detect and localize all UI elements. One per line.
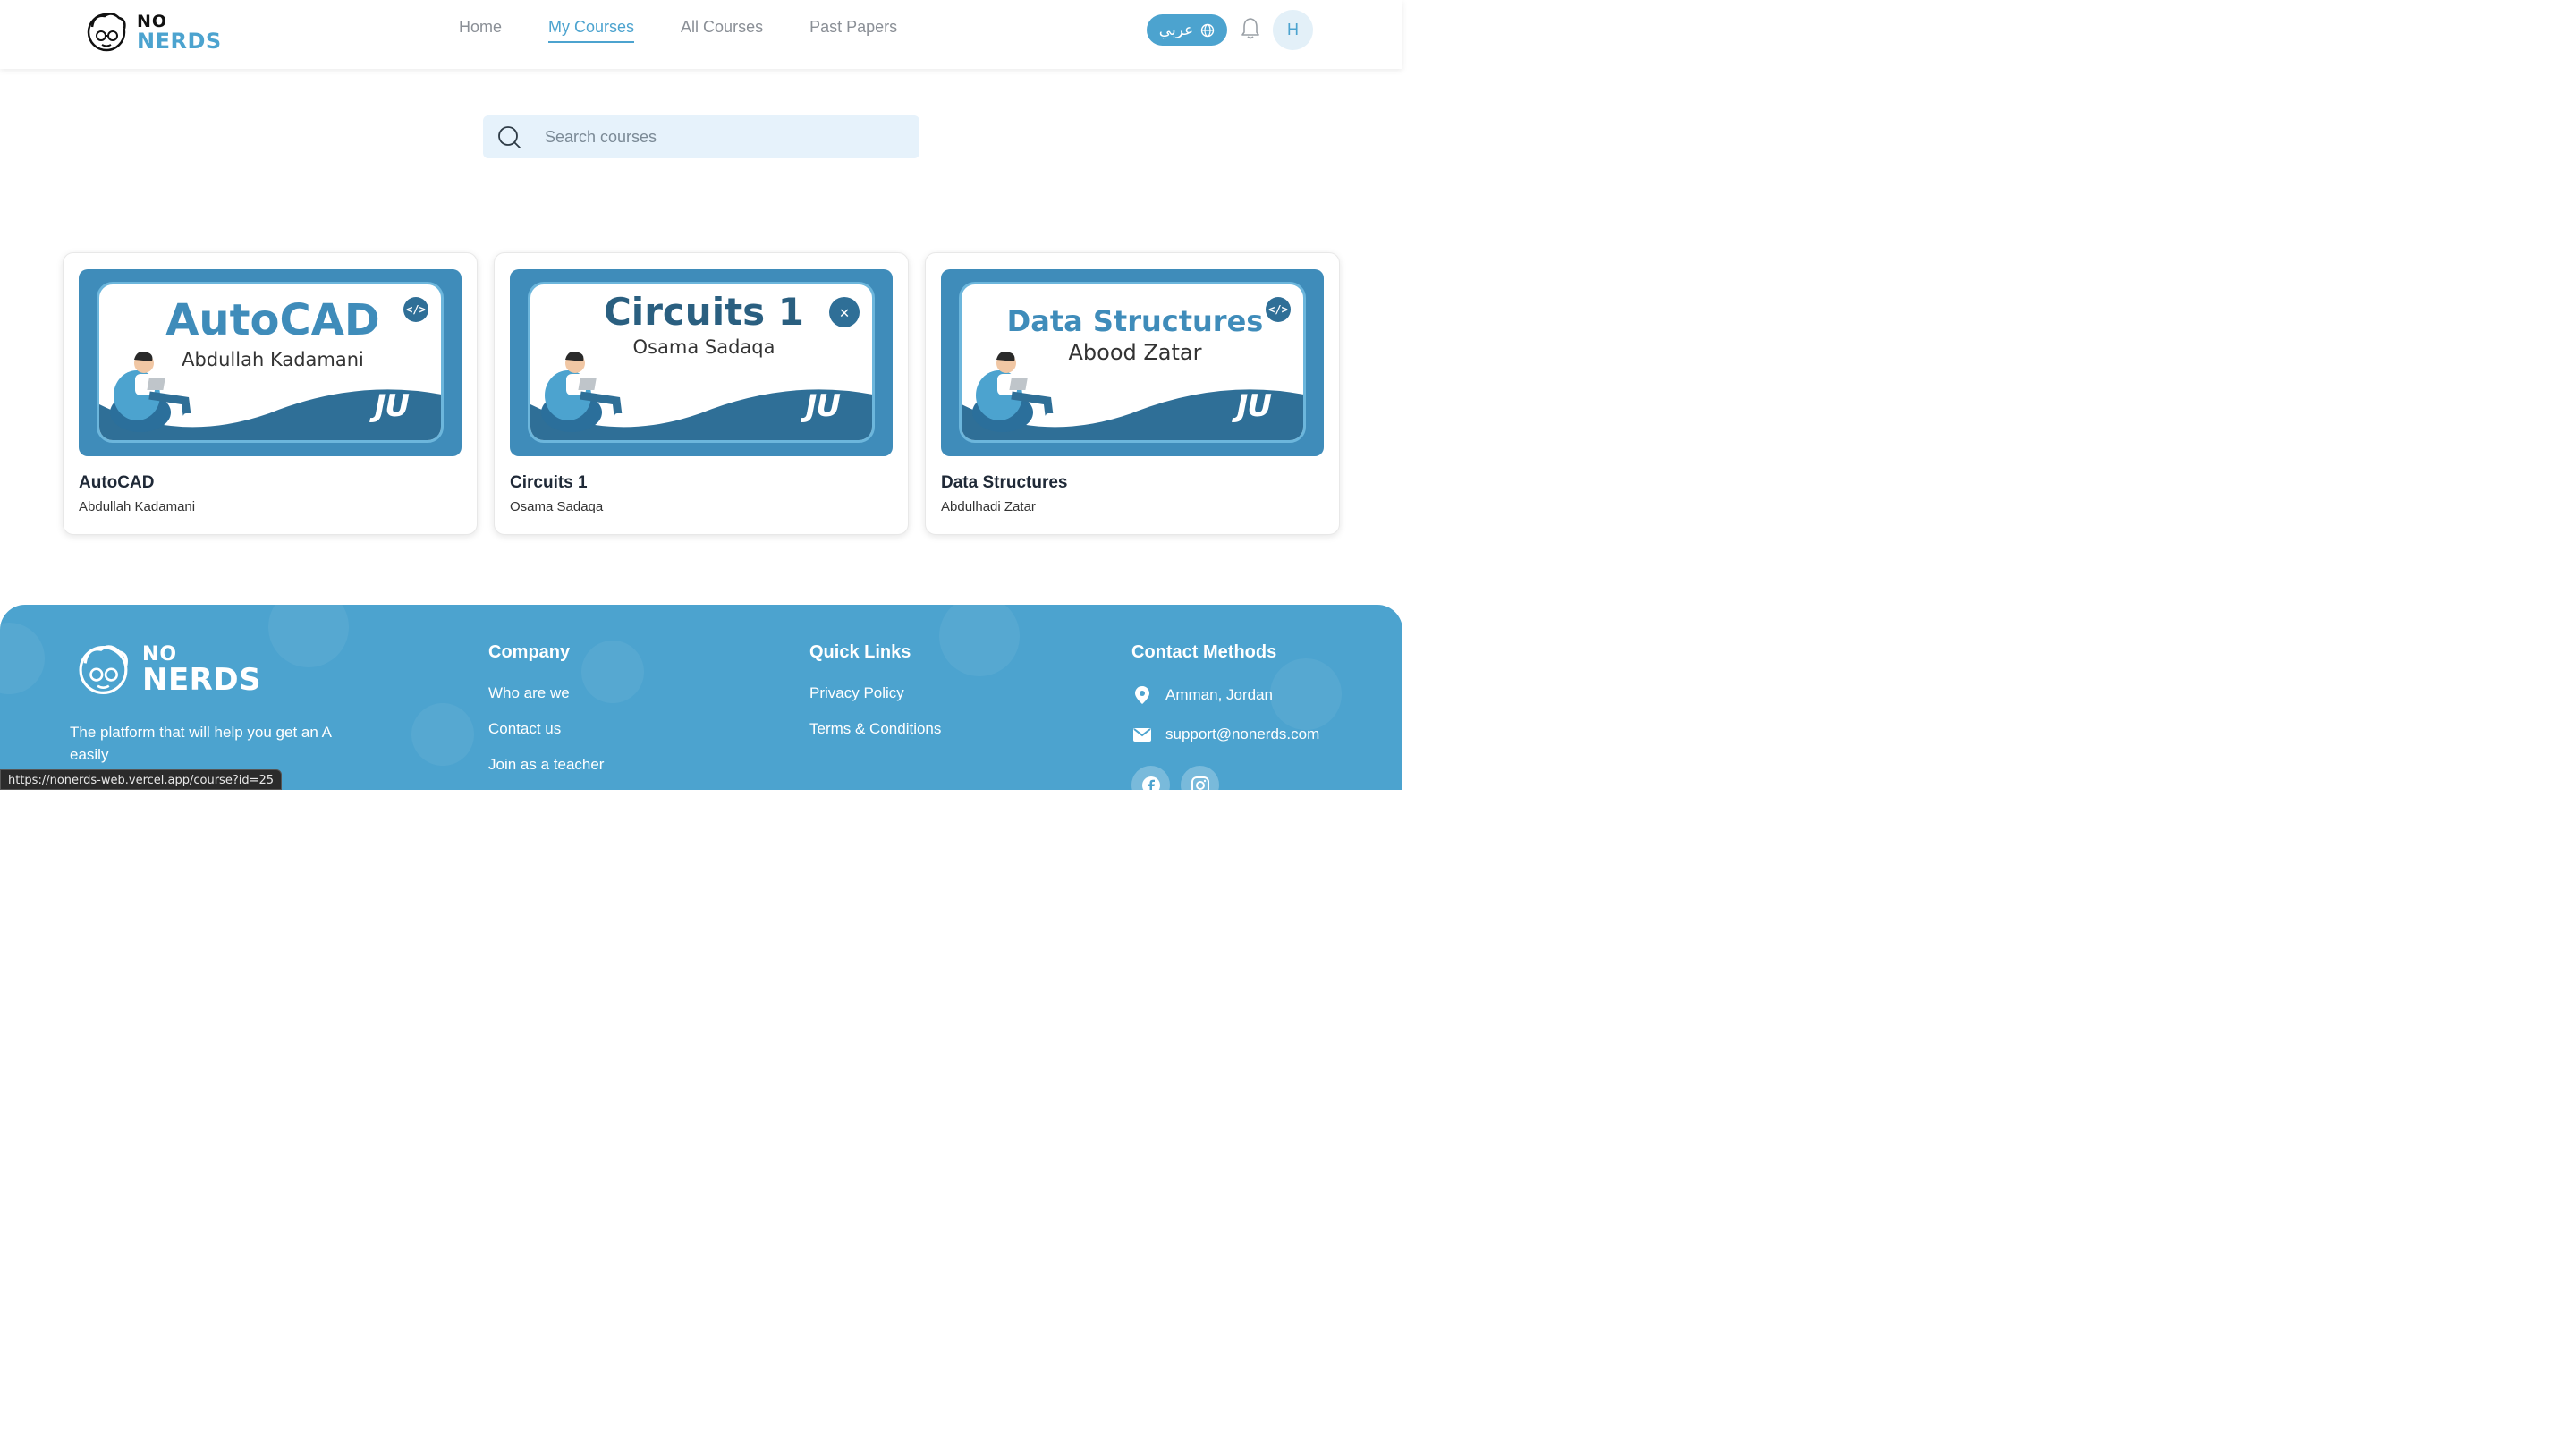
language-toggle-button[interactable]: عربي [1147,14,1227,46]
contact-email[interactable]: support@nonerds.com [1131,724,1319,745]
thumbnail-title: Circuits 1 [603,290,805,334]
logo-nerds-text: NERDS [142,662,262,698]
facebook-link[interactable] [1131,766,1170,790]
course-teacher: Osama Sadaqa [510,499,604,514]
course-thumbnail: Data Structures Abood Zatar </> JU [941,269,1324,456]
code-badge-icon: </> [403,297,428,322]
ju-logo: JU [805,388,841,424]
user-avatar[interactable]: H [1273,10,1313,50]
footer-link-who-are-we[interactable]: Who are we [488,684,604,702]
course-card-autocad[interactable]: AutoCAD Abdullah Kadamani </> JU AutoCAD… [63,252,478,535]
footer-heading: Quick Links [809,642,911,662]
language-label: عربي [1158,21,1194,38]
search-icon [498,126,521,148]
student-illustration-icon [110,352,196,432]
location-pin-icon [1135,686,1149,704]
site-logo[interactable]: NO NERDS [85,7,228,57]
main-nav: Home My Courses All Courses Past Papers [459,18,897,43]
email-icon [1133,728,1151,742]
facebook-icon [1141,776,1160,790]
footer-link-terms[interactable]: Terms & Conditions [809,720,941,738]
nerd-mascot-icon [87,13,126,52]
course-teacher: Abdullah Kadamani [79,499,196,514]
top-header: NO NERDS Home My Courses All Courses Pas… [0,0,1402,69]
nav-past-papers[interactable]: Past Papers [809,18,897,43]
footer-quick-links-column: Quick Links Privacy Policy Terms & Condi… [809,642,941,756]
location-text: Amman, Jordan [1165,686,1273,703]
email-text: support@nonerds.com [1165,726,1320,742]
course-thumbnail: AutoCAD Abdullah Kadamani </> JU [79,269,462,456]
code-badge-icon: </> [1266,297,1291,322]
ju-logo: JU [1236,388,1272,424]
course-search-bar [483,115,919,158]
course-card-circuits-1[interactable]: Circuits 1 Osama Sadaqa ✕ JU Circuits 1 … [494,252,909,535]
logo-no-text: NO [137,11,168,31]
globe-icon [1201,23,1215,37]
footer-company-column: Company Who are we Contact us Join as a … [488,642,604,790]
ju-logo: JU [374,388,410,424]
footer-heading: Contact Methods [1131,642,1277,662]
footer-contact-column: Contact Methods Amman, Jordan support@no… [1131,642,1319,763]
footer-heading: Company [488,642,571,662]
nav-my-courses[interactable]: My Courses [548,18,635,43]
nav-home[interactable]: Home [459,18,502,43]
nav-all-courses[interactable]: All Courses [681,18,763,43]
course-title: Circuits 1 [510,473,588,492]
logo-nerds-text: NERDS [137,28,222,54]
footer-link-join-teacher[interactable]: Join as a teacher [488,756,604,774]
instagram-link[interactable] [1181,766,1219,790]
footer-logo[interactable]: NO NERDS [76,641,261,700]
thumbnail-title: Data Structures [1006,304,1264,338]
course-thumbnail: Circuits 1 Osama Sadaqa ✕ JU [510,269,893,456]
search-input[interactable] [545,115,902,158]
instagram-icon [1191,776,1209,790]
nerd-mascot-icon [79,645,128,694]
footer-link-contact-us[interactable]: Contact us [488,720,604,738]
site-footer: NO NERDS The platform that will help you… [0,605,1402,790]
contact-location: Amman, Jordan [1131,684,1319,706]
student-illustration-icon [541,352,627,432]
course-title: AutoCAD [79,473,155,492]
footer-tagline: The platform that will help you get an A… [70,724,332,763]
notification-bell-icon[interactable] [1240,17,1261,40]
footer-link-privacy[interactable]: Privacy Policy [809,684,941,702]
browser-status-url: https://nonerds-web.vercel.app/course?id… [0,769,283,790]
course-card-data-structures[interactable]: Data Structures Abood Zatar </> JU Data … [925,252,1340,535]
course-teacher: Abdulhadi Zatar [941,499,1036,514]
tools-badge-icon: ✕ [829,297,860,327]
course-title: Data Structures [941,473,1068,492]
student-illustration-icon [972,352,1058,432]
